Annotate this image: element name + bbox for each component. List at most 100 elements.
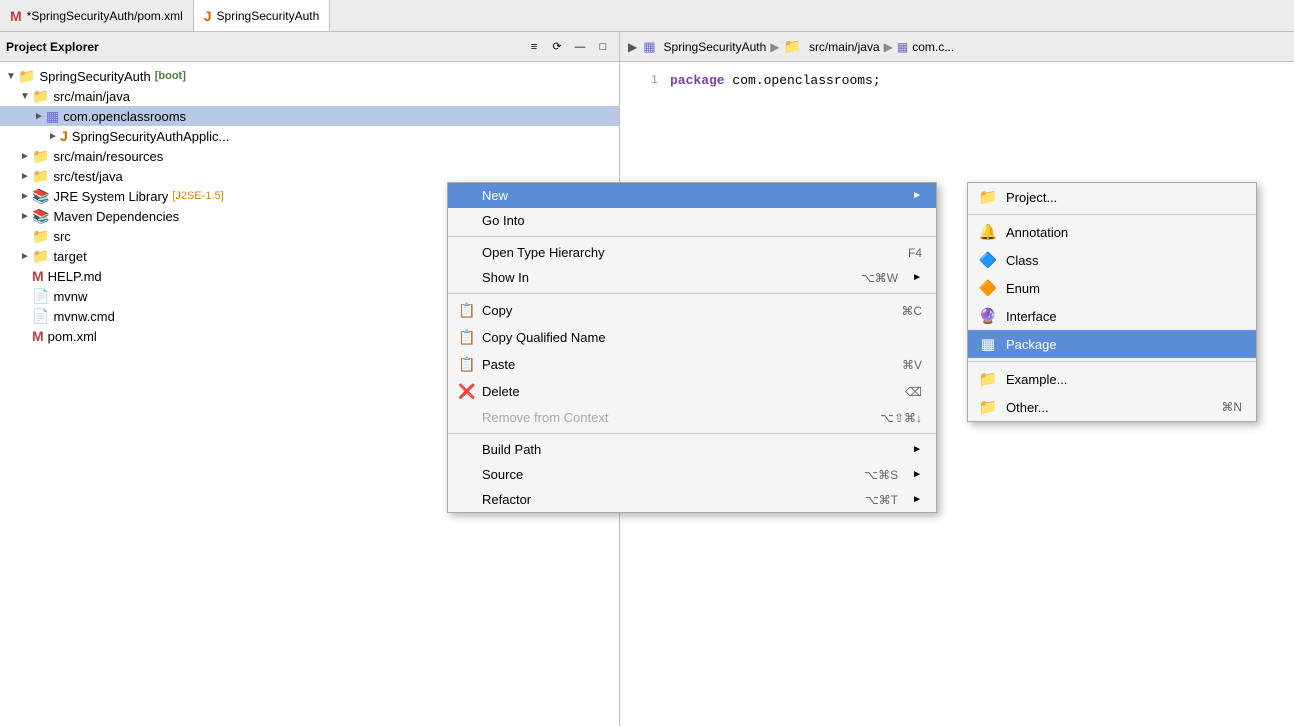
java-icon-app: J [60, 128, 68, 144]
bc-project: SpringSecurityAuth [664, 40, 767, 54]
ctx-item-new[interactable]: New ► [448, 183, 936, 208]
ctx-paste-label: Paste [482, 357, 876, 372]
tree-label-src-test: src/test/java [53, 169, 122, 184]
tree-label-help: HELP.md [48, 269, 102, 284]
panel-title: Project Explorer [6, 40, 518, 54]
tree-arrow-root: ▼ [4, 71, 18, 82]
sub-enum-label: Enum [1006, 281, 1242, 296]
sub-example-label: Example... [1006, 372, 1242, 387]
j2se-badge: [J2SE-1.5] [172, 190, 223, 202]
boot-badge: [boot] [155, 70, 186, 82]
sub-annotation-label: Annotation [1006, 225, 1242, 240]
tree-arrow-src-test: ► [18, 171, 32, 182]
ctx-item-source[interactable]: Source ⌥⌘S ► [448, 462, 936, 487]
keyword-package: package [670, 73, 725, 88]
tree-arrow-help [18, 271, 32, 282]
context-menu-primary: New ► Go Into Open Type Hierarchy F4 [447, 182, 937, 513]
tree-item-root[interactable]: ▼ 📁 SpringSecurityAuth [boot] [0, 66, 619, 86]
panel-header: Project Explorer ≡ ⟳ — □ [0, 32, 619, 62]
ctx-item-go-into[interactable]: Go Into [448, 208, 936, 233]
sub-sep-1 [968, 214, 1256, 215]
ctx-item-show-in[interactable]: Show In ⌥⌘W ► [448, 265, 936, 290]
maximize-btn[interactable]: □ [593, 37, 613, 57]
tree-item-app[interactable]: ► J SpringSecurityAuthApplic... [0, 126, 619, 146]
tab-bar: M *SpringSecurityAuth/pom.xml J SpringSe… [0, 0, 1294, 32]
tree-item-com-openclassrooms[interactable]: ► ▦ com.openclassrooms [0, 106, 619, 126]
breadcrumb: ▦ SpringSecurityAuth ▶ 📁 src/main/java ▶… [643, 38, 954, 55]
sub-item-enum[interactable]: 🔶 Enum [968, 274, 1256, 302]
ctx-sep-2 [448, 293, 936, 294]
bc-sep-2: ▶ [884, 40, 893, 54]
ctx-copy-label: Copy [482, 303, 875, 318]
ctx-go-label: Go Into [482, 213, 922, 228]
sub-item-project[interactable]: 📁 Project... [968, 183, 1256, 211]
editor-play-btn[interactable]: ▶ [628, 40, 637, 54]
sub-other-label: Other... [1006, 400, 1213, 415]
sub-project-icon: 📁 [978, 188, 998, 206]
folder-icon-src-main: 📁 [32, 88, 49, 105]
tree-label-app: SpringSecurityAuthApplic... [72, 129, 230, 144]
sub-class-label: Class [1006, 253, 1242, 268]
ctx-del-shortcut: ⌫ [905, 385, 922, 399]
collapse-btn[interactable]: ≡ [524, 37, 544, 57]
ctx-cq-icon: 📋 [458, 329, 476, 346]
bc-maven-icon: ▦ [643, 39, 655, 55]
tree-arrow-pom [18, 331, 32, 342]
ctx-item-open-type[interactable]: Open Type Hierarchy F4 [448, 240, 936, 265]
tree-item-src-main-java[interactable]: ▼ 📁 src/main/java [0, 86, 619, 106]
folder-icon-target: 📁 [32, 248, 49, 265]
ctx-rc-label: Remove from Context [482, 410, 854, 425]
ctx-item-copy-qualified[interactable]: 📋 Copy Qualified Name [448, 324, 936, 351]
ctx-oth-shortcut: F4 [908, 246, 922, 260]
sub-example-icon: 📁 [978, 370, 998, 388]
sub-package-label: Package [1006, 337, 1242, 352]
ctx-src-label: Source [482, 467, 838, 482]
ctx-si-shortcut: ⌥⌘W [861, 271, 898, 285]
tab-spring-auth[interactable]: J SpringSecurityAuth [194, 0, 331, 31]
tree-label-target: target [53, 249, 86, 264]
ctx-copy-icon: 📋 [458, 302, 476, 319]
line-code-1: package com.openclassrooms; [670, 73, 881, 88]
tree-label-pom: pom.xml [48, 329, 97, 344]
ctx-item-paste[interactable]: 📋 Paste ⌘V [448, 351, 936, 378]
tree-arrow-src-main: ▼ [18, 91, 32, 102]
ctx-item-delete[interactable]: ❌ Delete ⌫ [448, 378, 936, 405]
ctx-item-copy[interactable]: 📋 Copy ⌘C [448, 297, 936, 324]
ctx-copy-shortcut: ⌘C [901, 304, 922, 318]
sub-item-annotation[interactable]: 🔔 Annotation [968, 218, 1256, 246]
sub-sep-2 [968, 361, 1256, 362]
ctx-ref-arrow: ► [912, 494, 922, 505]
tree-arrow-com: ► [32, 111, 46, 122]
editor-breadcrumb-bar: ▶ ▦ SpringSecurityAuth ▶ 📁 src/main/java… [620, 32, 1294, 62]
sub-package-icon: ▦ [978, 335, 998, 353]
ctx-rc-shortcut: ⌥⇧⌘↓ [880, 411, 922, 425]
ctx-new-label: New [482, 188, 898, 203]
sub-item-class[interactable]: 🔷 Class [968, 246, 1256, 274]
file-icon-mvnw: 📄 [32, 288, 49, 305]
tree-item-src-main-res[interactable]: ► 📁 src/main/resources [0, 146, 619, 166]
sub-item-package[interactable]: ▦ Package [968, 330, 1256, 358]
ctx-sep-1 [448, 236, 936, 237]
tree-label-mvnw-cmd: mvnw.cmd [53, 309, 114, 324]
sub-item-other[interactable]: 📁 Other... ⌘N [968, 393, 1256, 421]
tree-arrow-mvnw [18, 291, 32, 302]
sync-btn[interactable]: ⟳ [547, 37, 567, 57]
folder-icon-src-main-res: 📁 [32, 148, 49, 165]
minimize-btn[interactable]: — [570, 37, 590, 57]
ctx-src-arrow: ► [912, 469, 922, 480]
pom-tab-icon: M [10, 8, 22, 24]
file-icon-mvnw-cmd: 📄 [32, 308, 49, 325]
editor-line-1: 1 package com.openclassrooms; [620, 70, 1294, 90]
tree-label-root: SpringSecurityAuth [39, 69, 150, 84]
ctx-item-refactor[interactable]: Refactor ⌥⌘T ► [448, 487, 936, 512]
file-icon-help: M [32, 268, 44, 284]
tab-pom-xml[interactable]: M *SpringSecurityAuth/pom.xml [0, 0, 194, 31]
tree-arrow-target: ► [18, 251, 32, 262]
sub-enum-icon: 🔶 [978, 279, 998, 297]
ctx-item-build-path[interactable]: Build Path ► [448, 437, 936, 462]
folder-icon-root: 📁 [18, 68, 35, 85]
sub-item-interface[interactable]: 🔮 Interface [968, 302, 1256, 330]
sub-project-label: Project... [1006, 190, 1242, 205]
sub-interface-icon: 🔮 [978, 307, 998, 325]
sub-item-example[interactable]: 📁 Example... [968, 365, 1256, 393]
